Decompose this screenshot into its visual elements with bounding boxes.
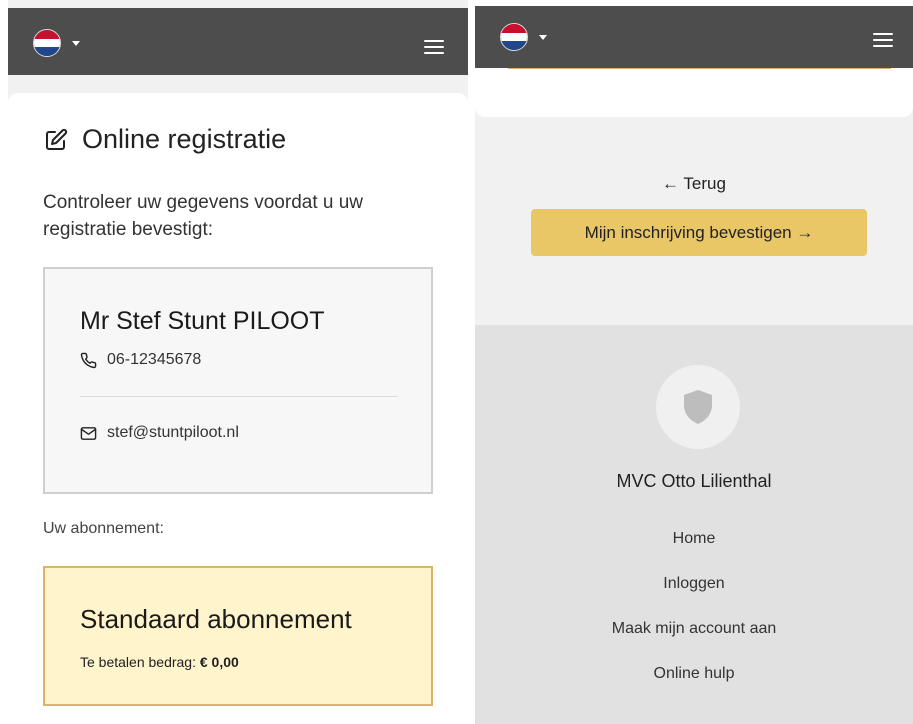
person-details-box: Mr Stef Stunt PILOOT 06-12345678 stef@st… xyxy=(43,267,433,494)
top-navigation-bar xyxy=(475,6,913,68)
netherlands-flag-icon[interactable] xyxy=(33,29,61,57)
shield-icon xyxy=(684,390,712,424)
subscription-label: Uw abonnement: xyxy=(43,520,164,537)
email-row: stef@stuntpiloot.nl xyxy=(80,424,239,442)
subscription-box: Standaard abonnement Te betalen bedrag: … xyxy=(43,566,433,706)
phone-icon xyxy=(80,352,97,368)
club-logo xyxy=(656,365,740,449)
divider xyxy=(80,396,398,397)
confirm-registration-button[interactable]: Mijn inschrijving bevestigen → xyxy=(531,209,867,256)
footer-link-login[interactable]: Inloggen xyxy=(475,575,913,593)
person-name: Mr Stef Stunt PILOOT xyxy=(80,307,325,335)
mail-icon xyxy=(80,426,97,440)
language-dropdown-caret-icon[interactable] xyxy=(539,35,547,40)
back-link[interactable]: ← Terug xyxy=(475,174,913,194)
amount-label: Te betalen bedrag: xyxy=(80,654,196,670)
email-address: stef@stuntpiloot.nl xyxy=(107,424,239,441)
confirmation-screen: ← Terug Mijn inschrijving bevestigen → M… xyxy=(475,0,913,724)
footer-link-create-account[interactable]: Maak mijn account aan xyxy=(475,620,913,638)
club-name: MVC Otto Lilienthal xyxy=(616,471,772,491)
footer-link-online-help[interactable]: Online hulp xyxy=(475,665,913,683)
edit-icon xyxy=(46,128,68,150)
page-title: Online registratie xyxy=(44,124,286,155)
hamburger-menu-icon[interactable] xyxy=(424,40,444,54)
top-navigation-bar xyxy=(8,8,468,75)
footer-link-home[interactable]: Home xyxy=(475,530,913,548)
hamburger-menu-icon[interactable] xyxy=(873,33,893,47)
phone-row: 06-12345678 xyxy=(80,351,201,369)
amount-value: € 0,00 xyxy=(199,654,239,670)
intro-text: Controleer uw gegevens voordat u uw regi… xyxy=(43,192,364,240)
phone-number: 06-12345678 xyxy=(107,351,202,368)
language-dropdown-caret-icon[interactable] xyxy=(72,41,80,46)
site-footer: MVC Otto Lilienthal Home Inloggen Maak m… xyxy=(475,325,913,724)
registration-screen: Online registratie Controleer uw gegeven… xyxy=(8,0,468,724)
subscription-amount: Te betalen bedrag: € 0,00 xyxy=(80,654,239,670)
netherlands-flag-icon[interactable] xyxy=(500,23,528,51)
page-title-text: Online registratie xyxy=(82,124,287,154)
subscription-name: Standaard abonnement xyxy=(80,604,352,634)
